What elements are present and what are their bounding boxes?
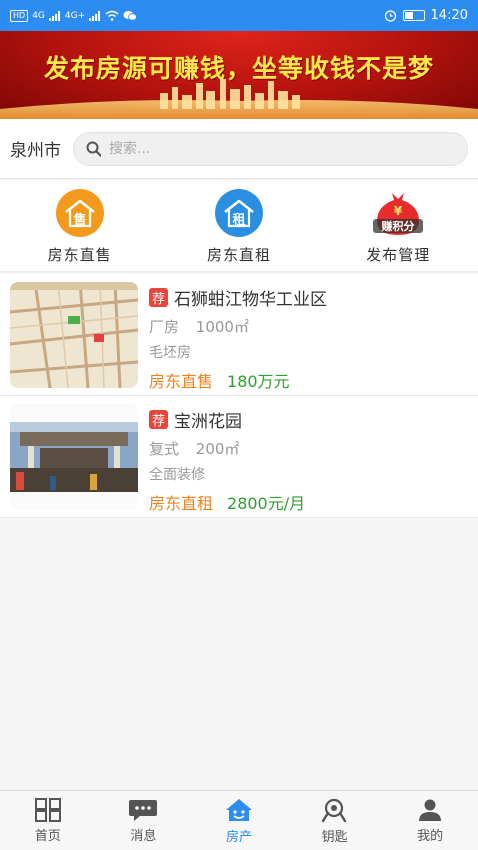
tab-label: 我的: [417, 828, 444, 844]
tab-label: 首页: [34, 828, 61, 844]
search-box[interactable]: [73, 131, 468, 166]
quick-nav-sale[interactable]: 售 房东直售: [20, 188, 140, 265]
sale-glyph: 售: [73, 212, 86, 228]
network-indicator-b: 4G+: [64, 10, 86, 21]
listing-decoration: 毛坯房: [149, 345, 191, 361]
money-bag-icon: ¥ 赚积分: [367, 188, 429, 238]
listing-spec: 复式 200㎡: [149, 438, 468, 458]
listing-decoration: 全面装修: [149, 467, 205, 483]
earn-points-glyph: 赚积分: [381, 219, 415, 233]
list-item[interactable]: 荐 石狮蚶江物华工业区 厂房 1000㎡ 毛坯房 房东直售 180万元: [0, 274, 478, 396]
skyline-graphic: [0, 79, 478, 119]
message-icon: [129, 799, 158, 821]
quick-nav-label: 房东直租: [206, 246, 271, 264]
city-selector[interactable]: 泉州市: [10, 136, 61, 161]
status-bar: HD 4G 4G+ 14:20: [0, 0, 478, 31]
listing-title: 石狮蚶江物华工业区: [174, 289, 327, 310]
hd-indicator: HD: [10, 9, 29, 22]
tab-profile[interactable]: 我的: [382, 791, 478, 850]
list-item[interactable]: 荐 宝洲花园 复式 200㎡ 全面装修 房东直租 2800元/月: [0, 396, 478, 518]
tab-home[interactable]: 首页: [0, 791, 96, 850]
listing-type: 复式: [149, 440, 180, 458]
yen-glyph: ¥: [394, 204, 403, 218]
building-thumbnail: [10, 404, 138, 510]
quick-nav-label: 房东直售: [47, 246, 112, 264]
tab-label: 房产: [225, 829, 252, 845]
signal-icon: [89, 10, 101, 21]
listing-area: 200㎡: [195, 440, 240, 458]
search-icon: [86, 141, 101, 157]
wechat-icon: [123, 11, 138, 21]
listing-area: 1000㎡: [195, 318, 249, 336]
tab-keys[interactable]: 钥匙: [287, 791, 383, 850]
listing-spec: 厂房 1000㎡: [149, 316, 468, 336]
house-sale-icon: 售: [49, 188, 111, 238]
listing-price: 180万元: [227, 372, 290, 391]
quick-nav-rent[interactable]: 租 房东直租: [179, 188, 299, 265]
listing-title: 宝洲花园: [174, 411, 242, 432]
listing-deal-type: 房东直售: [149, 372, 214, 391]
battery-icon: [402, 10, 425, 21]
tab-label: 钥匙: [321, 829, 348, 845]
network-indicator-a: 4G: [32, 10, 45, 21]
status-left: HD 4G 4G+: [10, 9, 138, 22]
key-search-icon: [321, 798, 346, 822]
rent-glyph: 租: [232, 213, 245, 228]
user-icon: [419, 799, 442, 821]
alarm-icon: [384, 10, 396, 22]
status-time: 14:20: [430, 8, 468, 23]
listing-price: 2800元/月: [227, 494, 306, 513]
quick-nav: 售 房东直售 租 房东直租 ¥ 赚积分 发布管理: [0, 180, 478, 272]
tab-label: 消息: [130, 828, 157, 844]
house-icon: [225, 798, 252, 821]
signal-icon: [48, 10, 60, 21]
house-rent-icon: 租: [208, 188, 270, 238]
status-right: 14:20: [384, 8, 468, 23]
search-bar: 泉州市: [0, 119, 478, 179]
quick-nav-publish[interactable]: ¥ 赚积分 发布管理: [338, 188, 458, 265]
promo-banner[interactable]: 发布房源可赚钱，坐等收钱不是梦: [0, 31, 478, 119]
wifi-icon: [105, 10, 119, 21]
tab-property[interactable]: 房产: [191, 791, 287, 850]
property-list: 荐 石狮蚶江物华工业区 厂房 1000㎡ 毛坯房 房东直售 180万元 荐 宝洲…: [0, 274, 478, 518]
map-thumbnail: [10, 282, 138, 388]
search-input[interactable]: [109, 140, 455, 157]
recommend-badge: 荐: [149, 409, 168, 429]
grid-icon: [34, 797, 61, 822]
recommend-badge: 荐: [149, 287, 168, 307]
tab-messages[interactable]: 消息: [96, 791, 192, 850]
listing-type: 厂房: [149, 318, 180, 336]
quick-nav-label: 发布管理: [366, 246, 431, 264]
listing-deal-type: 房东直租: [149, 494, 214, 513]
bottom-tab-bar: 首页 消息 房产 钥匙 我的: [0, 790, 478, 850]
